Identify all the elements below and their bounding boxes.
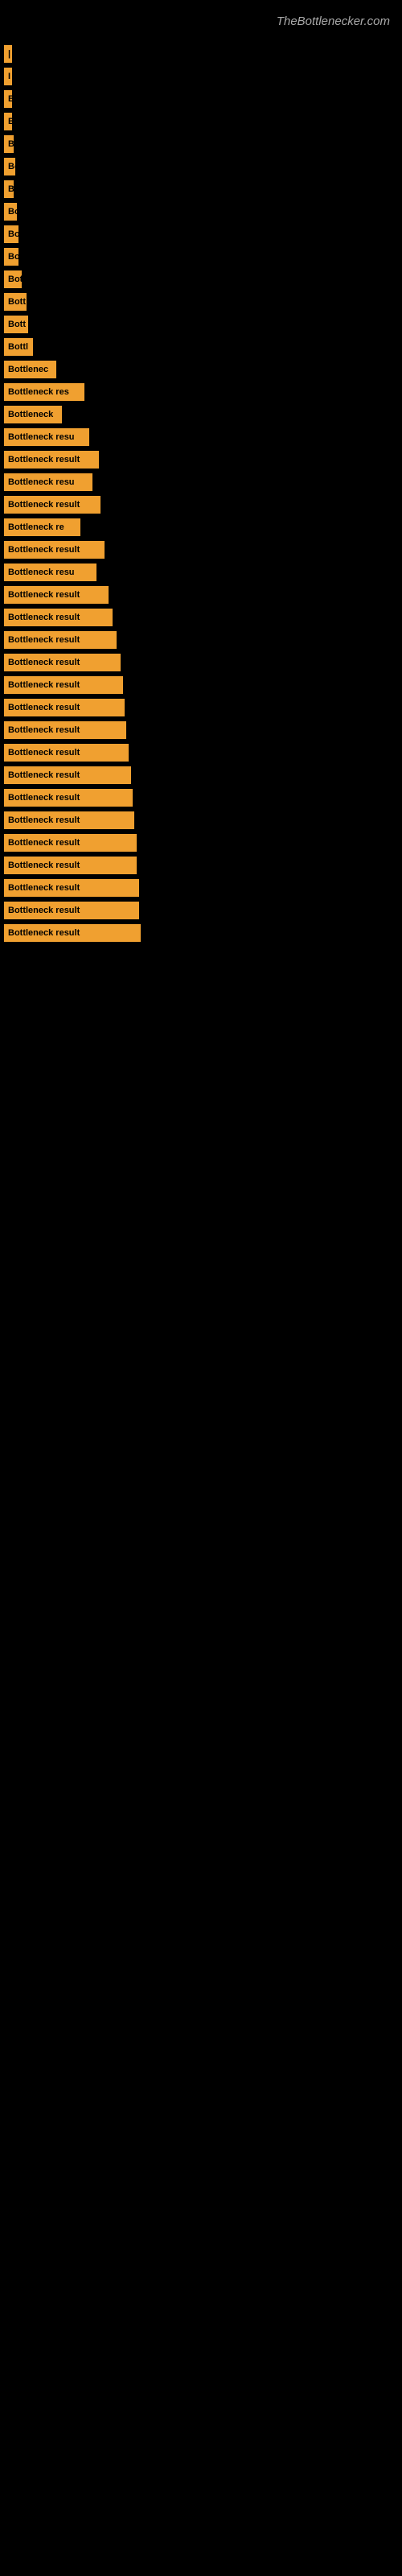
bar-label-33: Bottleneck result xyxy=(4,766,131,784)
bar-row-28: Bottleneck result xyxy=(0,654,402,671)
bar-row-6: Bo xyxy=(0,158,402,175)
bar-row-30: Bottleneck result xyxy=(0,699,402,716)
bar-row-7: B xyxy=(0,180,402,198)
bar-label-38: Bottleneck result xyxy=(4,879,139,897)
bar-row-24: Bottleneck resu xyxy=(0,564,402,581)
bar-label-1: | xyxy=(4,45,12,63)
bar-label-32: Bottleneck result xyxy=(4,744,129,762)
bar-label-16: Bottleneck res xyxy=(4,383,84,401)
bar-label-34: Bottleneck result xyxy=(4,789,133,807)
bar-row-33: Bottleneck result xyxy=(0,766,402,784)
bar-label-21: Bottleneck result xyxy=(4,496,100,514)
bar-row-19: Bottleneck result xyxy=(0,451,402,469)
bar-row-18: Bottleneck resu xyxy=(0,428,402,446)
bar-row-8: Bo xyxy=(0,203,402,221)
bar-row-25: Bottleneck result xyxy=(0,586,402,604)
bar-row-31: Bottleneck result xyxy=(0,721,402,739)
bar-row-13: Bott xyxy=(0,316,402,333)
bar-label-9: Bo xyxy=(4,225,18,243)
bar-label-22: Bottleneck re xyxy=(4,518,80,536)
bar-label-19: Bottleneck result xyxy=(4,451,99,469)
bar-label-8: Bo xyxy=(4,203,17,221)
bar-row-39: Bottleneck result xyxy=(0,902,402,919)
bar-label-3: E xyxy=(4,90,12,108)
page-container: TheBottlenecker.com |IEBBBoBBoBoBoBotBot… xyxy=(0,0,402,2576)
bar-row-17: Bottleneck xyxy=(0,406,402,423)
bar-row-32: Bottleneck result xyxy=(0,744,402,762)
bar-row-26: Bottleneck result xyxy=(0,609,402,626)
bar-row-15: Bottlenec xyxy=(0,361,402,378)
bar-row-4: B xyxy=(0,113,402,130)
bar-label-2: I xyxy=(4,68,12,85)
bar-label-20: Bottleneck resu xyxy=(4,473,92,491)
bar-label-25: Bottleneck result xyxy=(4,586,109,604)
bar-label-28: Bottleneck result xyxy=(4,654,121,671)
bar-label-40: Bottleneck result xyxy=(4,924,141,942)
bars-container: |IEBBBoBBoBoBoBotBottBottBottlBottlenecB… xyxy=(0,45,402,942)
bar-row-12: Bott xyxy=(0,293,402,311)
bar-row-2: I xyxy=(0,68,402,85)
bar-row-16: Bottleneck res xyxy=(0,383,402,401)
bar-row-3: E xyxy=(0,90,402,108)
bar-row-35: Bottleneck result xyxy=(0,811,402,829)
bar-row-14: Bottl xyxy=(0,338,402,356)
bar-label-35: Bottleneck result xyxy=(4,811,134,829)
bar-label-39: Bottleneck result xyxy=(4,902,139,919)
bar-label-10: Bo xyxy=(4,248,18,266)
bar-row-27: Bottleneck result xyxy=(0,631,402,649)
bar-row-1: | xyxy=(0,45,402,63)
site-title: TheBottlenecker.com xyxy=(0,8,402,40)
bar-row-10: Bo xyxy=(0,248,402,266)
bar-row-22: Bottleneck re xyxy=(0,518,402,536)
bar-row-38: Bottleneck result xyxy=(0,879,402,897)
bar-row-5: B xyxy=(0,135,402,153)
bar-label-11: Bot xyxy=(4,270,22,288)
bar-label-12: Bott xyxy=(4,293,27,311)
bar-label-27: Bottleneck result xyxy=(4,631,117,649)
bar-label-36: Bottleneck result xyxy=(4,834,137,852)
bar-row-11: Bot xyxy=(0,270,402,288)
bar-row-34: Bottleneck result xyxy=(0,789,402,807)
bar-row-29: Bottleneck result xyxy=(0,676,402,694)
bar-label-17: Bottleneck xyxy=(4,406,62,423)
bar-row-36: Bottleneck result xyxy=(0,834,402,852)
bar-label-23: Bottleneck result xyxy=(4,541,105,559)
bar-row-21: Bottleneck result xyxy=(0,496,402,514)
bar-label-31: Bottleneck result xyxy=(4,721,126,739)
bar-label-7: B xyxy=(4,180,14,198)
bar-label-26: Bottleneck result xyxy=(4,609,113,626)
bar-label-13: Bott xyxy=(4,316,28,333)
bar-row-9: Bo xyxy=(0,225,402,243)
bar-label-5: B xyxy=(4,135,14,153)
bar-label-18: Bottleneck resu xyxy=(4,428,89,446)
bar-label-29: Bottleneck result xyxy=(4,676,123,694)
bar-label-14: Bottl xyxy=(4,338,33,356)
bar-row-37: Bottleneck result xyxy=(0,857,402,874)
bar-row-40: Bottleneck result xyxy=(0,924,402,942)
bar-label-30: Bottleneck result xyxy=(4,699,125,716)
bar-label-15: Bottlenec xyxy=(4,361,56,378)
bar-label-24: Bottleneck resu xyxy=(4,564,96,581)
bar-label-37: Bottleneck result xyxy=(4,857,137,874)
bar-label-4: B xyxy=(4,113,12,130)
bar-row-23: Bottleneck result xyxy=(0,541,402,559)
bar-row-20: Bottleneck resu xyxy=(0,473,402,491)
bar-label-6: Bo xyxy=(4,158,15,175)
